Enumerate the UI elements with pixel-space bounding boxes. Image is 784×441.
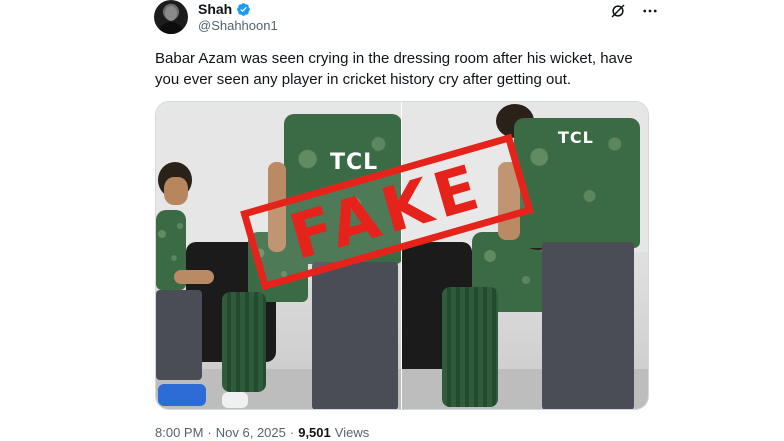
display-name[interactable]: Shah	[198, 1, 232, 17]
views-label: Views	[334, 425, 370, 440]
batter-shoe	[222, 392, 248, 408]
meta-separator: ·	[289, 425, 295, 440]
media-photo-right[interactable]: TCL	[402, 102, 648, 409]
tweet-meta: 8:00 PM · Nov 6, 2025 · 9,501 Views	[155, 425, 369, 440]
meta-separator: ·	[207, 425, 212, 440]
verified-badge-icon	[237, 2, 251, 16]
views-count: 9,501	[298, 425, 331, 440]
standing-player-trousers	[542, 242, 634, 409]
player-arm	[174, 270, 214, 284]
tweet-media[interactable]: TCL TCL	[155, 101, 649, 410]
standing-player-jersey: TCL	[514, 118, 640, 248]
tweet-date[interactable]: Nov 6, 2025	[216, 425, 286, 440]
jersey-sponsor-left: TCL	[330, 150, 379, 175]
batting-pad-right	[442, 287, 498, 407]
jersey-sponsor-right: TCL	[558, 128, 594, 147]
standing-player-trousers	[312, 262, 398, 409]
avatar[interactable]	[154, 0, 188, 34]
author-handle[interactable]: @Shahhoon1	[198, 18, 278, 33]
grok-icon[interactable]	[609, 2, 627, 20]
player-shoe	[158, 384, 206, 406]
player-trousers	[156, 290, 202, 380]
batting-pad-left	[222, 292, 266, 392]
more-options-icon[interactable]	[641, 2, 659, 20]
author-name-row[interactable]: Shah	[198, 1, 251, 17]
player-face	[164, 177, 188, 205]
avatar-shoulders	[158, 22, 184, 34]
tweet-text: Babar Azam was seen crying in the dressi…	[155, 50, 633, 88]
avatar-face	[165, 6, 177, 21]
tweet-top-actions	[609, 2, 659, 20]
tweet-time[interactable]: 8:00 PM	[155, 425, 203, 440]
